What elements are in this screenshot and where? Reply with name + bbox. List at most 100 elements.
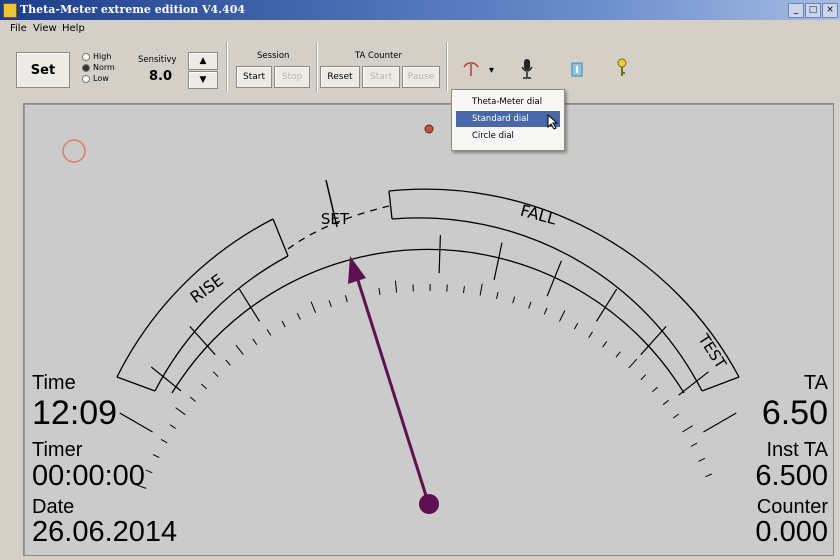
dial-tick (212, 371, 219, 378)
dial-tick (175, 407, 186, 416)
radio-high-dot (82, 52, 90, 61)
dial-svg: RISE SET FALL TEST (62, 124, 740, 514)
dropdown-arrow-icon[interactable]: ▾ (489, 65, 494, 76)
dial-tick (394, 280, 398, 293)
dial-tick (169, 424, 177, 429)
needle-arrowhead (348, 256, 366, 284)
dial-tick (479, 283, 483, 296)
ta-start-button[interactable]: Start (362, 66, 400, 88)
radio-norm-label: Norm (93, 63, 115, 72)
menu-item-theta-meter-dial[interactable]: Theta-Meter dial (456, 94, 560, 110)
menu-file[interactable]: File (10, 23, 27, 34)
close-icon[interactable]: × (822, 3, 838, 18)
dial-tick (296, 312, 301, 320)
dial-division (703, 412, 737, 433)
dial-division (546, 260, 562, 297)
microphone-icon[interactable] (519, 57, 535, 81)
dial-division (493, 242, 503, 281)
dial-tick (310, 301, 317, 313)
time-label: Time (32, 372, 76, 394)
dial-tick (378, 287, 381, 295)
needle-pivot (419, 494, 439, 514)
needle (354, 273, 430, 503)
toolbar-separator (226, 42, 228, 92)
dial-tick (152, 454, 160, 459)
menu-item-circle-dial[interactable]: Circle dial (456, 128, 560, 144)
ta-reset-button[interactable]: Reset (320, 66, 360, 88)
fall-label: FALL (518, 201, 558, 229)
toolbar: Set High Norm Low Sensitivy 8.0 ▲ ▼ Sess… (0, 38, 840, 94)
key-icon[interactable] (615, 58, 629, 78)
set-button[interactable]: Set (16, 52, 70, 88)
dial-tick (543, 307, 548, 315)
target-circle-icon (62, 139, 86, 163)
dial-tick (615, 351, 621, 358)
test-label: TEST (694, 330, 730, 373)
dial-type-menu: Theta-Meter dial Standard dial Circle di… (451, 89, 565, 151)
session-stop-button[interactable]: Stop (274, 66, 310, 88)
toolbar-separator (316, 42, 318, 92)
radio-high-label: High (93, 52, 112, 61)
title-bar: Theta-Meter extreme edition V4.404 _ □ × (0, 0, 840, 20)
dial-division (119, 412, 153, 433)
sensitivity-down-button[interactable]: ▼ (188, 71, 218, 89)
dial-tick (690, 442, 698, 447)
counter-value: 0.000 (755, 516, 828, 548)
radio-low-dot (82, 74, 90, 83)
toolbar-separator (446, 42, 448, 92)
radio-low-label: Low (93, 74, 109, 83)
dial-tick (160, 438, 168, 444)
set-label: SET (321, 210, 350, 228)
menu-view[interactable]: View (33, 23, 57, 34)
dial-tick (705, 473, 712, 478)
dial-ticks (134, 280, 712, 489)
timer-label: Timer (32, 439, 83, 461)
app-icon (3, 3, 17, 18)
dial-tick (588, 331, 593, 338)
dial-tick (446, 284, 448, 292)
dial-type-icon[interactable] (460, 58, 482, 80)
dial-division (238, 288, 261, 322)
radio-norm-dot (82, 63, 90, 72)
sensitivity-up-button[interactable]: ▲ (188, 52, 218, 70)
dial-division (438, 235, 441, 274)
date-value: 26.06.2014 (32, 516, 178, 548)
dial-tick (225, 359, 231, 366)
dial-tick (573, 322, 579, 330)
time-value: 12:09 (32, 394, 118, 432)
inst-ta-value: 6.500 (755, 460, 828, 492)
dial-panel: RISE SET FALL TEST Time 12:09 Timer 00:0… (23, 103, 834, 556)
dial-tick (252, 338, 258, 345)
dial-tick (651, 386, 658, 393)
session-start-button[interactable]: Start (236, 66, 272, 88)
maximize-icon[interactable]: □ (805, 3, 821, 18)
dial-tick (189, 396, 196, 402)
indicator-dot-icon (424, 124, 434, 134)
menu-bar: File View Help (0, 20, 840, 38)
sensitivity-value: 8.0 (149, 69, 173, 84)
radio-low[interactable]: Low (82, 74, 109, 83)
ta-pause-button[interactable]: Pause (402, 66, 440, 88)
ta-label: TA (803, 372, 828, 394)
dial-tick (640, 374, 647, 380)
radio-high[interactable]: High (82, 52, 111, 61)
dial-tick (559, 310, 566, 322)
window-title: Theta-Meter extreme edition V4.404 (20, 3, 246, 16)
minimize-icon[interactable]: _ (788, 3, 804, 18)
dial-tick (281, 320, 286, 328)
dial-tick (662, 399, 669, 406)
radio-norm[interactable]: Norm (82, 63, 115, 72)
dial-tick (344, 295, 348, 303)
dial-tick (266, 329, 272, 336)
timer-value: 00:00:00 (32, 460, 145, 492)
dial-tick (512, 296, 516, 304)
dial-tick (463, 286, 465, 294)
dial-tick (235, 344, 244, 355)
info-icon[interactable] (570, 60, 584, 78)
session-label: Session (257, 51, 290, 61)
menu-item-standard-dial[interactable]: Standard dial (456, 111, 560, 127)
dial-tick (698, 457, 706, 462)
menu-help[interactable]: Help (62, 23, 85, 34)
dial-tick (496, 291, 499, 300)
inst-ta-label: Inst TA (766, 439, 828, 461)
